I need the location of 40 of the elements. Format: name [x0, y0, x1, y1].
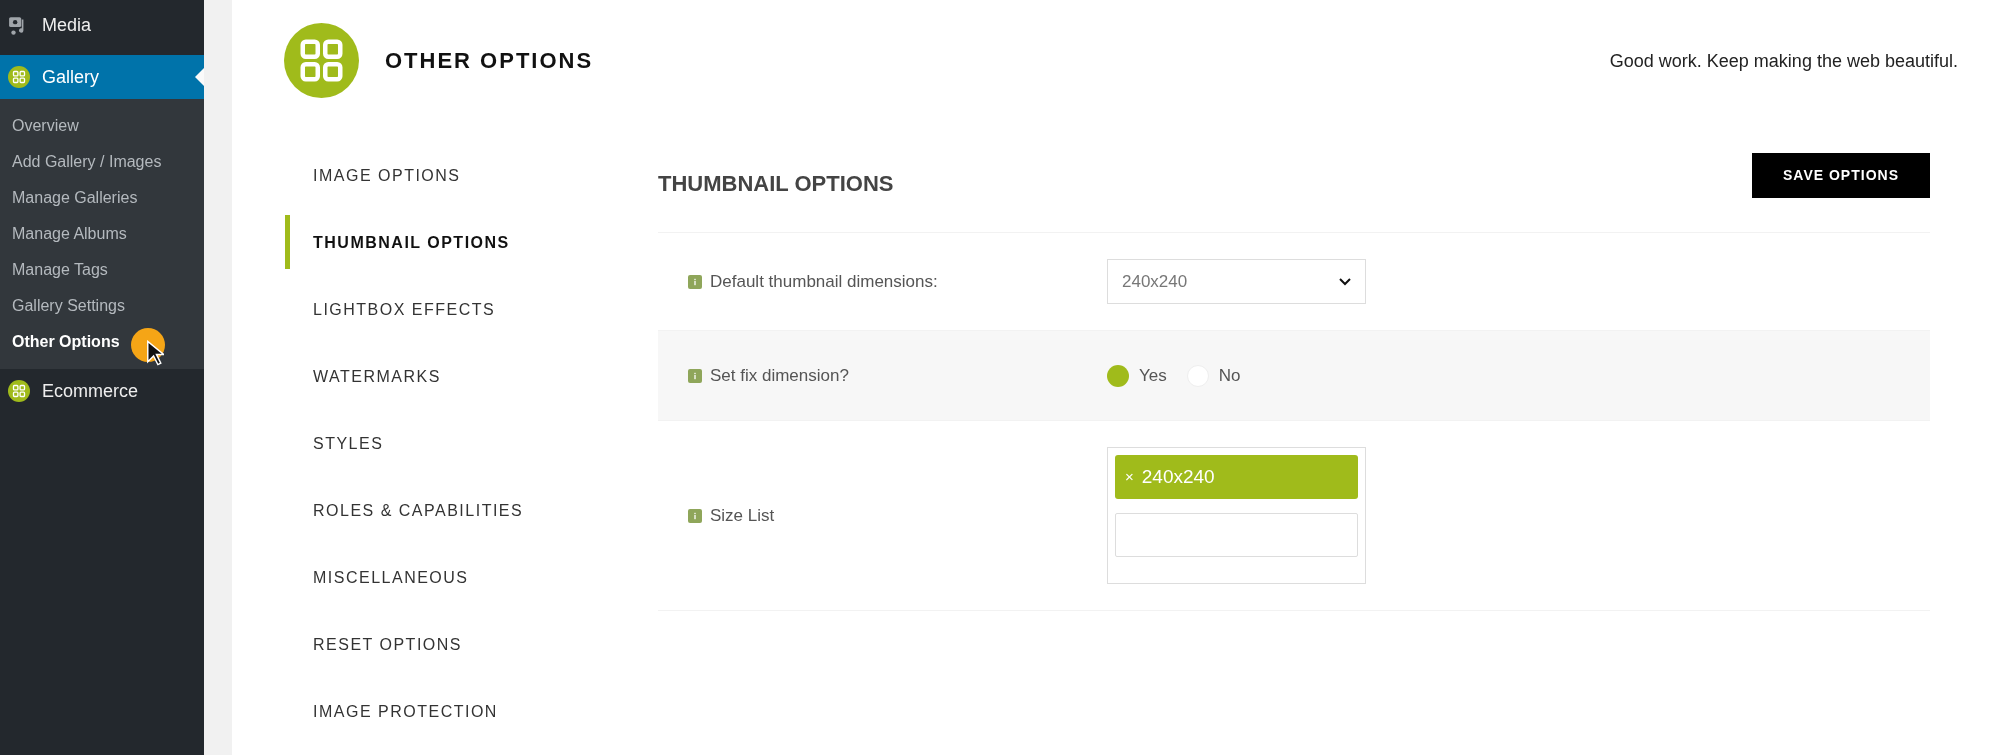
- submenu-item[interactable]: Overview: [12, 114, 79, 138]
- options-tab[interactable]: ROLES & CAPABILITIES: [313, 498, 524, 523]
- tagline: Good work. Keep making the web beautiful.: [1609, 50, 1958, 73]
- options-tab[interactable]: LIGHTBOX EFFECTS: [313, 297, 496, 322]
- submenu-item[interactable]: Gallery Settings: [12, 294, 125, 318]
- options-tab[interactable]: WATERMARKS: [313, 364, 441, 389]
- radio-option[interactable]: Yes: [1107, 362, 1167, 389]
- cursor-icon: [146, 340, 164, 366]
- page-title: OTHER OPTIONS: [385, 47, 594, 75]
- section-title: THUMBNAIL OPTIONS: [658, 170, 894, 198]
- admin-menu-item[interactable]: Gallery: [0, 55, 204, 99]
- options-tab[interactable]: RESET OPTIONS: [313, 632, 462, 657]
- chevron-down-icon: [1339, 277, 1351, 286]
- options-tab[interactable]: MISCELLANEOUS: [313, 565, 469, 590]
- info-icon[interactable]: [688, 508, 702, 523]
- admin-menu-item[interactable]: Media: [0, 0, 204, 55]
- options-tab[interactable]: IMAGE OPTIONS: [313, 163, 461, 188]
- option-label: Default thumbnail dimensions:: [710, 270, 938, 293]
- active-indicator: [285, 215, 290, 269]
- gallery-icon: [8, 380, 30, 402]
- options-tab[interactable]: STYLES: [313, 431, 384, 456]
- info-icon[interactable]: [688, 368, 702, 383]
- dimension-select[interactable]: 240x240: [1107, 259, 1366, 304]
- plugin-logo-icon: [284, 23, 359, 98]
- option-label: Set fix dimension?: [710, 364, 849, 387]
- size-input-field[interactable]: [1115, 513, 1358, 557]
- option-label: Size List: [710, 504, 775, 527]
- options-tab[interactable]: IMAGE PROTECTION: [313, 699, 498, 724]
- options-tab[interactable]: THUMBNAIL OPTIONS: [313, 230, 510, 255]
- submenu-item[interactable]: Other Options: [12, 330, 120, 354]
- info-icon[interactable]: [688, 274, 702, 289]
- submenu-item[interactable]: Add Gallery / Images: [12, 150, 162, 174]
- submenu-item[interactable]: Manage Tags: [12, 258, 108, 282]
- admin-menu-item[interactable]: Ecommerce: [0, 369, 204, 413]
- size-tag: × 240x240: [1115, 455, 1358, 499]
- save-button[interactable]: SAVE OPTIONS: [1752, 153, 1930, 198]
- submenu-item[interactable]: Manage Albums: [12, 222, 127, 246]
- radio-option[interactable]: No: [1186, 362, 1241, 389]
- submenu-item[interactable]: Manage Galleries: [12, 186, 138, 210]
- gallery-icon: [8, 66, 30, 88]
